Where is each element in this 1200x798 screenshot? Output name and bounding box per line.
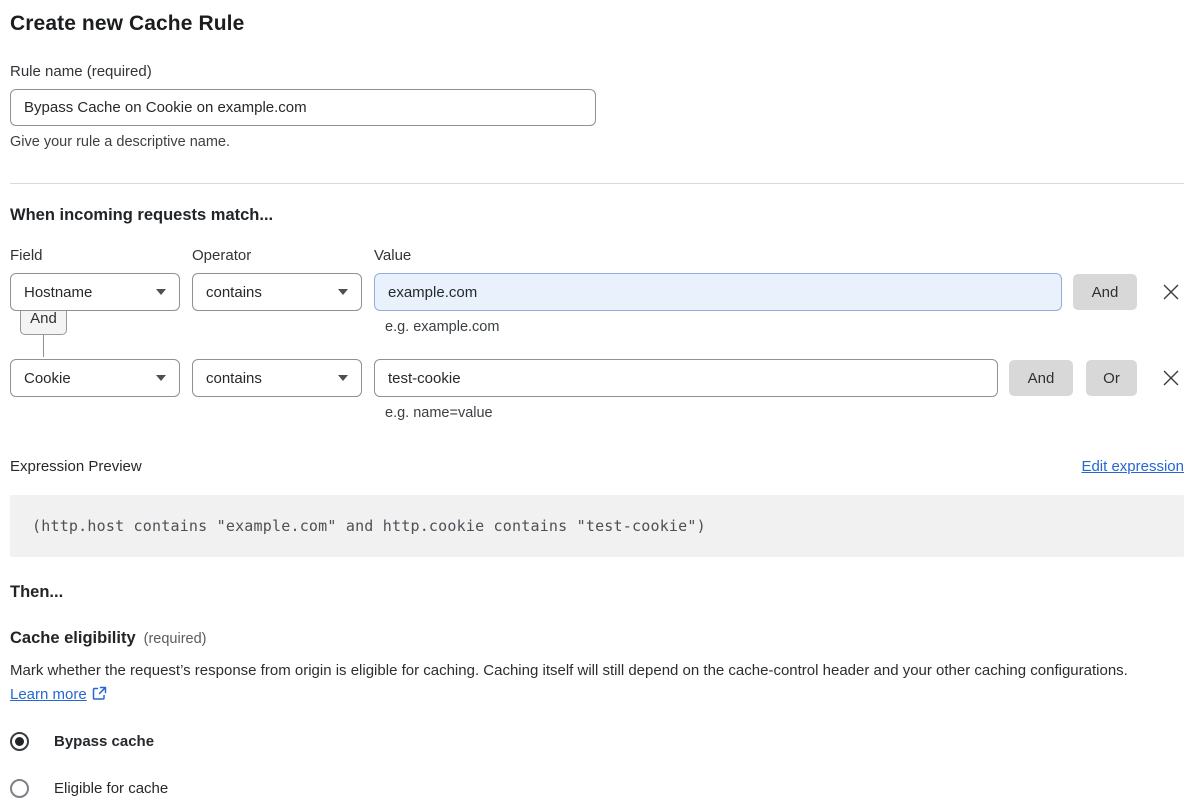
close-icon <box>1163 284 1179 300</box>
operator-column-label: Operator <box>192 247 252 264</box>
field-select[interactable]: Cookie <box>10 359 180 397</box>
value-input[interactable] <box>374 273 1062 311</box>
radio-dot <box>15 737 24 746</box>
chevron-down-icon <box>338 375 348 381</box>
radio-unselected-icon <box>10 779 29 798</box>
operator-select-value: contains <box>206 369 262 387</box>
chevron-down-icon <box>338 289 348 295</box>
radio-selected-icon <box>10 732 29 751</box>
field-select-value: Cookie <box>24 369 71 387</box>
then-heading: Then... <box>10 583 64 601</box>
description-text: Mark whether the request’s response from… <box>10 662 1128 679</box>
remove-condition-button[interactable] <box>1158 365 1184 391</box>
field-select-value: Hostname <box>24 283 93 301</box>
cache-eligibility-description: Mark whether the request’s response from… <box>10 659 1170 707</box>
close-icon <box>1163 370 1179 386</box>
radio-label: Bypass cache <box>54 733 155 750</box>
page-title: Create new Cache Rule <box>10 12 245 35</box>
condition-column-labels: Field Operator Value <box>10 247 1184 264</box>
rule-name-group: Rule name (required) Give your rule a de… <box>10 63 1184 150</box>
expression-preview-label: Expression Preview <box>10 458 142 475</box>
radio-label: Eligible for cache <box>54 780 169 797</box>
field-column-label: Field <box>10 247 43 264</box>
chevron-down-icon <box>156 289 166 295</box>
external-link-icon <box>92 686 106 700</box>
operator-select[interactable]: contains <box>192 359 362 397</box>
value-input[interactable] <box>374 359 998 397</box>
condition-row: Hostname contains And <box>10 273 1184 311</box>
create-cache-rule-page: Create new Cache Rule Rule name (require… <box>0 0 1200 798</box>
radio-option-bypass-cache[interactable]: Bypass cache <box>10 732 1184 751</box>
value-column-label: Value <box>374 247 412 264</box>
section-divider <box>10 183 1184 184</box>
operator-select[interactable]: contains <box>192 273 362 311</box>
rule-name-input[interactable] <box>10 89 596 126</box>
operator-select-value: contains <box>206 283 262 301</box>
add-and-condition-button[interactable]: And <box>1009 360 1073 396</box>
cache-eligibility-title: Cache eligibility <box>10 629 136 647</box>
required-tag: (required) <box>143 631 207 647</box>
field-select[interactable]: Hostname <box>10 273 180 311</box>
chevron-down-icon <box>156 375 166 381</box>
expression-code-block: (http.host contains "example.com" and ht… <box>10 495 1184 557</box>
expression-header: Expression Preview Edit expression <box>10 458 1184 475</box>
value-hint: e.g. name=value <box>385 405 493 421</box>
add-or-condition-button[interactable]: Or <box>1086 360 1137 396</box>
radio-option-eligible-for-cache[interactable]: Eligible for cache <box>10 779 1184 798</box>
value-hint: e.g. example.com <box>385 319 500 335</box>
learn-more-link[interactable]: Learn more <box>10 686 87 703</box>
rule-name-label: Rule name (required) <box>10 63 152 80</box>
remove-condition-button[interactable] <box>1158 279 1184 305</box>
edit-expression-link[interactable]: Edit expression <box>1081 458 1184 475</box>
add-and-condition-button[interactable]: And <box>1073 274 1137 310</box>
condition-row: Cookie contains And Or <box>10 359 1184 397</box>
cache-eligibility-heading: Cache eligibility (required) <box>10 629 1184 648</box>
match-heading: When incoming requests match... <box>10 206 274 224</box>
rule-name-help: Give your rule a descriptive name. <box>10 134 231 150</box>
